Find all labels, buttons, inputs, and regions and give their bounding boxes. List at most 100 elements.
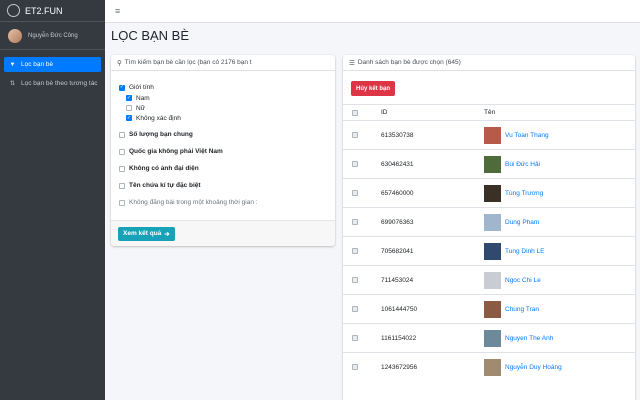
checkbox-gender[interactable]: ✓ [119, 84, 125, 91]
filter-label: Không có ảnh đại diện [129, 165, 199, 172]
table-row[interactable]: 1161154022 Nguyen The Anh [343, 323, 635, 353]
checkbox-country[interactable] [119, 148, 125, 155]
filter-label: Tên chứa kí tự đặc biệt [129, 182, 201, 189]
arrow-right-icon: ➔ [164, 230, 170, 238]
view-results-label: Xem kết quả [123, 230, 162, 237]
view-results-button[interactable]: Xem kết quả ➔ [118, 226, 175, 241]
table-row[interactable]: 613530738 Vu Toan Thang [343, 120, 635, 150]
selected-friends-card: ☰ Danh sách bạn bè được chọn (645) Hủy k… [343, 55, 635, 400]
column-name: Tên [484, 104, 635, 121]
filter-card: ⚲ Tìm kiếm bạn bè cần lọc (bạn có 2176 b… [111, 55, 335, 246]
row-checkbox[interactable] [352, 161, 358, 167]
checkbox-no-avatar[interactable] [119, 165, 125, 172]
checkbox-special-chars[interactable] [119, 182, 125, 189]
friend-name-link[interactable]: Nguyễn Duy Hoàng [505, 364, 562, 371]
friend-name-link[interactable]: Ngoc Chi Le [505, 277, 541, 284]
row-checkbox[interactable] [352, 364, 358, 371]
filter-label: Không xác định [136, 114, 181, 122]
page-title: LỌC BẠN BÈ [111, 28, 190, 43]
filter-gender-male[interactable]: ✓ Nam [119, 93, 335, 103]
friend-id: 705682041 [381, 236, 484, 266]
sidebar-item-label: Lọc bạn bè theo tương tác [21, 80, 98, 87]
friend-avatar [484, 184, 501, 202]
friend-name-cell: Tung Dinh LE [484, 242, 635, 260]
checkbox-unknown[interactable]: ✓ [126, 115, 132, 121]
sidebar-item-filter-interaction[interactable]: ⇅ Lọc bạn bè theo tương tác [4, 76, 101, 91]
friend-name-cell: Vu Toan Thang [484, 126, 635, 144]
friend-id: 1161154022 [381, 323, 484, 353]
user-panel[interactable]: Nguyễn Đức Công [0, 22, 105, 50]
row-checkbox[interactable] [352, 277, 358, 283]
table-row[interactable]: 705682041 Tung Dinh LE [343, 236, 635, 266]
checkbox-mutual-friends[interactable] [119, 131, 125, 138]
friend-name-link[interactable]: Nguyen The Anh [505, 335, 553, 342]
friend-avatar [484, 358, 501, 376]
friend-avatar [484, 329, 501, 347]
friend-name-link[interactable]: Tùng Trương [505, 190, 543, 197]
filter-gender[interactable]: ✓ Giới tính [119, 82, 335, 93]
filter-card-footer: Xem kết quả ➔ [111, 220, 335, 246]
table-row[interactable]: 657460000 Tùng Trương [343, 178, 635, 208]
row-checkbox[interactable] [352, 190, 358, 196]
brand[interactable]: ET2.FUN [0, 0, 105, 22]
avatar [8, 28, 22, 43]
checkbox-male[interactable]: ✓ [126, 95, 132, 101]
filter-gender-female[interactable]: Nữ [119, 103, 335, 113]
sort-icon: ⇅ [9, 81, 16, 87]
table-row[interactable]: 711453024 Ngoc Chi Le [343, 265, 635, 295]
friend-avatar [484, 300, 501, 318]
friend-name-link[interactable]: Tung Dinh LE [505, 248, 545, 255]
friend-name-link[interactable]: Bùi Đức Hải [505, 161, 540, 168]
filter-card-header: ⚲ Tìm kiếm bạn bè cần lọc (bạn có 2176 b… [111, 55, 335, 71]
friend-avatar [484, 126, 501, 144]
row-checkbox[interactable] [352, 219, 358, 225]
friend-name-cell: Chung Tran [484, 300, 635, 318]
table-row[interactable]: 699076363 Dung Pham [343, 207, 635, 237]
sidebar-item-label: Lọc bạn bè [21, 61, 54, 68]
filter-special-chars[interactable]: Tên chứa kí tự đặc biệt [119, 180, 335, 191]
friend-id: 711453024 [381, 265, 484, 295]
row-checkbox[interactable] [352, 306, 358, 312]
friend-id: 657460000 [381, 178, 484, 208]
filter-label: Nam [136, 94, 150, 102]
menu-toggle-icon[interactable]: ≡ [115, 6, 120, 16]
filter-mutual-friends[interactable]: Số lượng bạn chung [119, 129, 335, 140]
unfriend-button[interactable]: Hủy kết bạn [351, 81, 396, 96]
filter-no-posts[interactable]: Không đăng bài trong một khoảng thời gia… [119, 197, 335, 208]
sidebar-nav: ▼ Lọc bạn bè ⇅ Lọc bạn bè theo tương tác [0, 50, 105, 91]
column-id: ID [381, 104, 484, 121]
filter-label: Giới tính [129, 84, 154, 91]
friend-name-link[interactable]: Vu Toan Thang [505, 132, 549, 139]
table-row[interactable]: 1061444750 Chung Tran [343, 294, 635, 324]
filter-label: Quốc gia không phải Việt Nam [129, 148, 223, 155]
filter-label: Số lượng bạn chung [129, 131, 193, 138]
filter-label: Nữ [136, 104, 146, 112]
row-checkbox[interactable] [352, 335, 358, 341]
friend-id: 699076363 [381, 207, 484, 237]
table-row[interactable]: 1243672956 Nguyễn Duy Hoàng [343, 352, 635, 382]
checkbox-no-posts[interactable] [119, 199, 125, 206]
filter-gender-unknown[interactable]: ✓ Không xác định [119, 113, 335, 123]
friend-avatar [484, 213, 501, 231]
filter-no-avatar[interactable]: Không có ảnh đại diện [119, 163, 335, 174]
row-checkbox[interactable] [352, 132, 358, 138]
friend-id: 613530738 [381, 120, 484, 150]
friend-name-cell: Nguyễn Duy Hoàng [484, 358, 635, 376]
select-all-checkbox[interactable] [352, 109, 358, 116]
checkbox-female[interactable] [126, 105, 132, 111]
friend-avatar [484, 155, 501, 173]
filter-country[interactable]: Quốc gia không phải Việt Nam [119, 146, 335, 157]
friend-name-link[interactable]: Chung Tran [505, 306, 539, 313]
sidebar-item-filter-friends[interactable]: ▼ Lọc bạn bè [4, 57, 101, 72]
table-row[interactable]: 630462431 Bùi Đức Hải [343, 149, 635, 179]
list-card-header: ☰ Danh sách bạn bè được chọn (645) [343, 55, 635, 71]
friends-table: ID Tên 613530738 Vu Toan Thang 630462431 Bù… [343, 104, 635, 382]
row-checkbox[interactable] [352, 248, 358, 254]
filter-card-title: Tìm kiếm bạn bè cần lọc (bạn có 2176 bạn… [124, 59, 252, 66]
friend-avatar [484, 271, 501, 289]
search-icon: ⚲ [117, 59, 122, 67]
sidebar: ET2.FUN Nguyễn Đức Công ▼ Lọc bạn bè ⇅ L… [0, 0, 105, 400]
friend-name-link[interactable]: Dung Pham [505, 219, 539, 226]
list-card-title: Danh sách bạn bè được chọn (645) [357, 59, 461, 66]
friend-name-cell: Tùng Trương [484, 184, 635, 202]
